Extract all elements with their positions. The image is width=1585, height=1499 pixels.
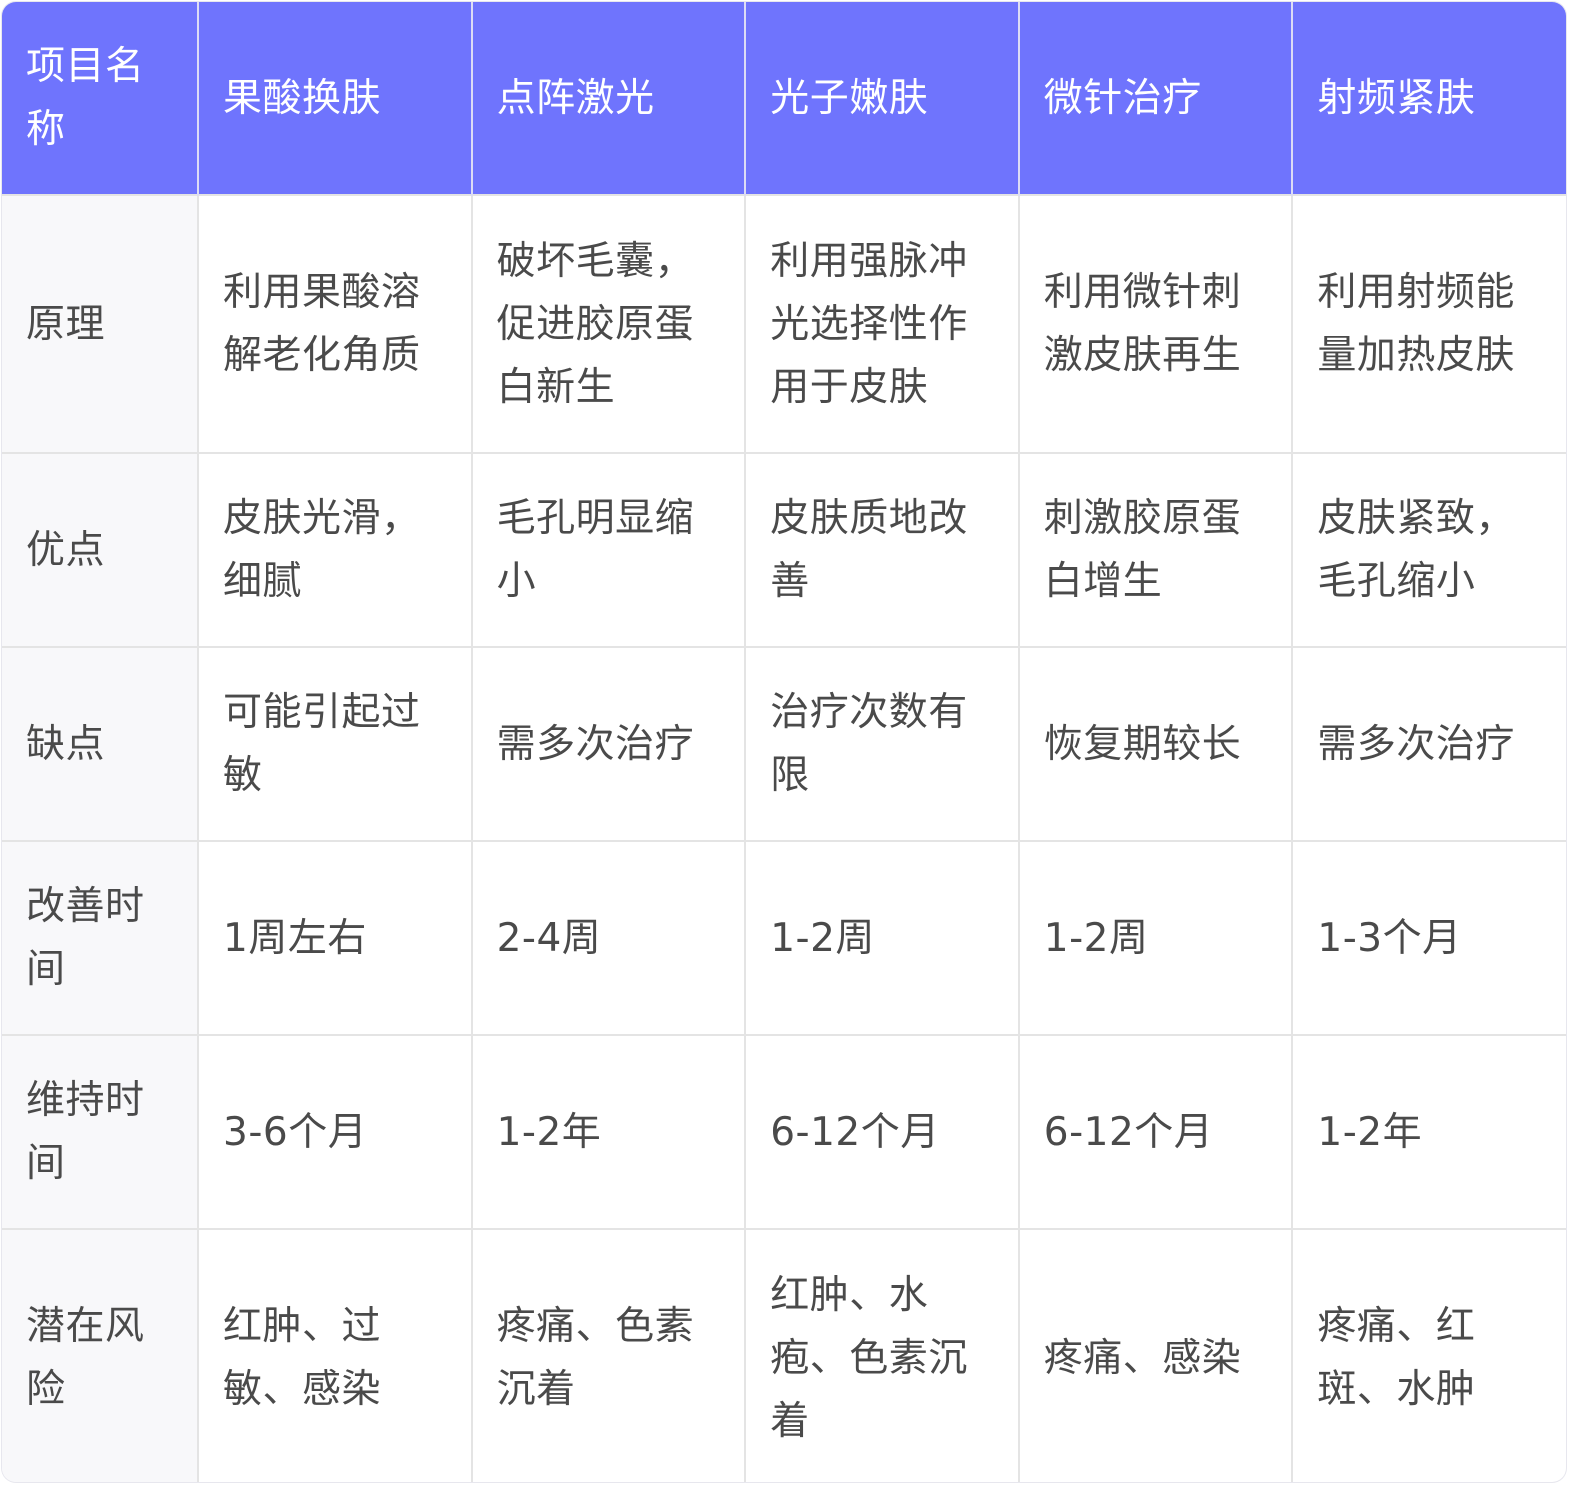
table-cell: 3-6个月 [198, 1034, 473, 1229]
row-label-duration: 维持时间 [2, 1034, 199, 1229]
table-cell: 1-2年 [471, 1034, 747, 1229]
table-row: 原理 利用果酸溶解老化角质 破坏毛囊，促进胶原蛋白新生 利用强脉冲光选择性作用于… [2, 194, 1566, 453]
table-row: 潜在风险 红肿、过敏、感染 疼痛、色素沉着 红肿、水疱、色素沉着 疼痛、感染 疼… [2, 1228, 1566, 1482]
header-row: 项目名称 果酸换肤 点阵激光 光子嫩肤 微针治疗 射频紧肤 [2, 2, 1566, 195]
table-cell: 1-2周 [1018, 840, 1294, 1035]
table-cell: 破坏毛囊，促进胶原蛋白新生 [471, 194, 747, 453]
header-cell-microneedling: 微针治疗 [1018, 2, 1294, 195]
table-cell: 疼痛、色素沉着 [471, 1228, 747, 1482]
table-cell: 皮肤质地改善 [745, 452, 1020, 647]
table-cell: 皮肤紧致，毛孔缩小 [1292, 452, 1566, 647]
table-cell: 需多次治疗 [1292, 646, 1566, 841]
table-cell: 皮肤光滑，细腻 [198, 452, 473, 647]
table-row: 改善时间 1周左右 2-4周 1-2周 1-2周 1-3个月 [2, 840, 1566, 1035]
header-cell-photo-rejuvenation: 光子嫩肤 [745, 2, 1020, 195]
table-row: 缺点 可能引起过敏 需多次治疗 治疗次数有限 恢复期较长 需多次治疗 [2, 646, 1566, 841]
header-cell-fractional-laser: 点阵激光 [471, 2, 747, 195]
table-cell: 刺激胶原蛋白增生 [1018, 452, 1294, 647]
table-row: 优点 皮肤光滑，细腻 毛孔明显缩小 皮肤质地改善 刺激胶原蛋白增生 皮肤紧致，毛… [2, 452, 1566, 647]
header-cell-rf-tightening: 射频紧肤 [1292, 2, 1566, 195]
row-label-advantages: 优点 [2, 452, 199, 647]
table-cell: 疼痛、感染 [1018, 1228, 1294, 1482]
table-header: 项目名称 果酸换肤 点阵激光 光子嫩肤 微针治疗 射频紧肤 [2, 2, 1566, 195]
table-cell: 需多次治疗 [471, 646, 747, 841]
header-cell-item-name: 项目名称 [2, 2, 199, 195]
table-cell: 利用微针刺激皮肤再生 [1018, 194, 1294, 453]
comparison-table-container: 项目名称 果酸换肤 点阵激光 光子嫩肤 微针治疗 射频紧肤 原理 利用果酸溶解老… [2, 2, 1566, 1482]
row-label-disadvantages: 缺点 [2, 646, 199, 841]
table-cell: 1-2年 [1292, 1034, 1566, 1229]
table-cell: 毛孔明显缩小 [471, 452, 747, 647]
table-row: 维持时间 3-6个月 1-2年 6-12个月 6-12个月 1-2年 [2, 1034, 1566, 1229]
table-cell: 治疗次数有限 [745, 646, 1020, 841]
table-cell: 2-4周 [471, 840, 747, 1035]
row-label-improvement-time: 改善时间 [2, 840, 199, 1035]
table-cell: 恢复期较长 [1018, 646, 1294, 841]
table-body: 原理 利用果酸溶解老化角质 破坏毛囊，促进胶原蛋白新生 利用强脉冲光选择性作用于… [2, 194, 1566, 1482]
table-cell: 6-12个月 [1018, 1034, 1294, 1229]
table-cell: 红肿、水疱、色素沉着 [745, 1228, 1020, 1482]
table-cell: 1周左右 [198, 840, 473, 1035]
row-label-principle: 原理 [2, 194, 199, 453]
table-cell: 6-12个月 [745, 1034, 1020, 1229]
comparison-table: 项目名称 果酸换肤 点阵激光 光子嫩肤 微针治疗 射频紧肤 原理 利用果酸溶解老… [2, 2, 1566, 1482]
table-cell: 利用强脉冲光选择性作用于皮肤 [745, 194, 1020, 453]
row-label-potential-risks: 潜在风险 [2, 1228, 199, 1482]
table-cell: 利用射频能量加热皮肤 [1292, 194, 1566, 453]
table-cell: 红肿、过敏、感染 [198, 1228, 473, 1482]
table-cell: 疼痛、红斑、水肿 [1292, 1228, 1566, 1482]
table-cell: 1-2周 [745, 840, 1020, 1035]
table-cell: 利用果酸溶解老化角质 [198, 194, 473, 453]
table-cell: 1-3个月 [1292, 840, 1566, 1035]
table-cell: 可能引起过敏 [198, 646, 473, 841]
header-cell-fruit-acid-peel: 果酸换肤 [198, 2, 473, 195]
